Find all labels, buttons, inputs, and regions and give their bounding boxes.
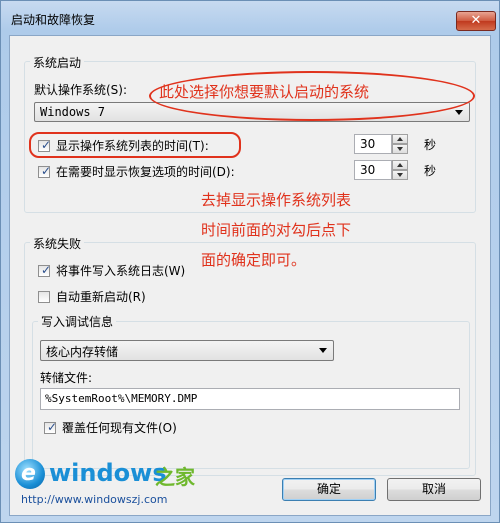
check-icon: ✓ <box>47 420 58 434</box>
show-recovery-input[interactable]: 30 <box>354 160 392 180</box>
chevron-down-icon <box>319 348 327 353</box>
watermark-url: http://www.windowszj.com <box>21 493 168 506</box>
debug-type-value: 核心内存转储 <box>46 345 119 359</box>
check-icon: ✓ <box>41 164 52 178</box>
dump-file-label: 转储文件: <box>40 371 93 385</box>
show-list-value: 30 <box>360 137 376 151</box>
show-recovery-label: 在需要时显示恢复选项的时间(D): <box>56 165 235 179</box>
default-os-label: 默认操作系统(S): <box>34 83 128 97</box>
cancel-button[interactable]: 取消 <box>387 478 481 501</box>
logo-suffix: 之家 <box>155 465 195 489</box>
close-button[interactable]: ✕ <box>456 11 496 31</box>
startup-group-label: 系统启动 <box>30 54 85 71</box>
close-icon: ✕ <box>470 13 482 28</box>
debug-group-label: 写入调试信息 <box>38 313 117 330</box>
chevron-down-icon <box>455 110 463 115</box>
show-recovery-spinner[interactable]: 30 <box>354 160 408 180</box>
watermark: e windows 之家 http://www.windowszj.com <box>15 457 215 506</box>
show-list-input[interactable]: 30 <box>354 134 392 154</box>
spin-down-button[interactable] <box>392 144 408 154</box>
annotation-note-2-line-1: 去掉显示操作系统列表 <box>201 191 352 209</box>
annotation-note-2-line-2: 时间前面的对勾后点下 <box>201 221 352 239</box>
show-recovery-value: 30 <box>360 163 376 177</box>
debug-type-select[interactable]: 核心内存转储 <box>40 340 334 361</box>
overwrite-checkbox[interactable]: ✓ <box>44 420 58 434</box>
write-log-label: 将事件写入系统日志(W) <box>56 264 186 278</box>
seconds-unit: 秒 <box>424 138 437 152</box>
auto-restart-label: 自动重新启动(R) <box>56 290 146 304</box>
default-os-value: Windows 7 <box>40 105 106 119</box>
logo-e-glyph: e <box>21 461 36 486</box>
annotation-note-2-line-3: 面的确定即可。 <box>201 251 307 269</box>
check-icon: ✓ <box>41 263 52 277</box>
show-list-spinner[interactable]: 30 <box>354 134 408 154</box>
spin-up-button[interactable] <box>392 134 408 144</box>
spin-down-button[interactable] <box>392 170 408 180</box>
dump-file-input[interactable]: %SystemRoot%\MEMORY.DMP <box>40 388 460 410</box>
spin-up-button[interactable] <box>392 160 408 170</box>
seconds-unit: 秒 <box>424 164 437 178</box>
windows-logo: e windows 之家 <box>15 457 215 491</box>
auto-restart-checkbox[interactable] <box>38 291 50 303</box>
dialog-window: 启动和故障恢复 ✕ 系统启动 默认操作系统(S): Windows 7 ✓ 显示… <box>0 0 500 523</box>
failure-group-label: 系统失败 <box>30 235 85 252</box>
annotation-note-1: 此处选择你想要默认启动的系统 <box>159 83 370 101</box>
dump-file-value: %SystemRoot%\MEMORY.DMP <box>45 392 198 405</box>
logo-text: windows <box>49 459 167 487</box>
show-recovery-checkbox[interactable]: ✓ <box>38 164 52 178</box>
ok-button[interactable]: 确定 <box>282 478 376 501</box>
title-bar[interactable]: 启动和故障恢复 ✕ <box>1 1 499 35</box>
window-title: 启动和故障恢复 <box>11 13 96 27</box>
annotation-highlight <box>29 132 241 158</box>
overwrite-label: 覆盖任何现有文件(O) <box>62 421 177 435</box>
write-log-checkbox[interactable]: ✓ <box>38 263 52 277</box>
